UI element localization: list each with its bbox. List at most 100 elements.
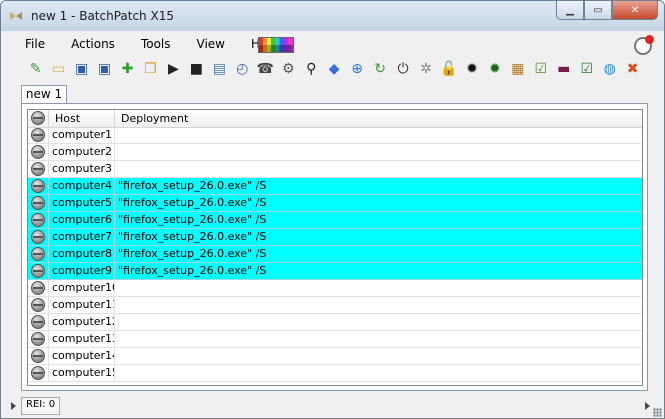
table-row[interactable]: computer11 bbox=[28, 297, 642, 314]
deployment-cell[interactable] bbox=[115, 314, 642, 331]
deployment-cell[interactable]: "firefox_setup_26.0.exe" /S bbox=[115, 263, 642, 280]
table-row[interactable]: computer15 bbox=[28, 365, 642, 382]
table-row[interactable]: computer14 bbox=[28, 348, 642, 365]
header-host[interactable]: Host bbox=[49, 110, 115, 127]
deployment-cell[interactable] bbox=[115, 144, 642, 161]
row-status-cell[interactable] bbox=[28, 178, 49, 195]
close-button[interactable]: ✕ bbox=[612, 1, 658, 20]
toolbar-button-add-hosts[interactable]: ✚ bbox=[119, 60, 136, 78]
table-row[interactable]: computer5 "firefox_setup_26.0.exe" /S bbox=[28, 195, 642, 212]
toolbar-button-open-folder[interactable]: ▭ bbox=[50, 60, 67, 78]
row-status-cell[interactable] bbox=[28, 212, 49, 229]
menu-view[interactable]: View bbox=[181, 37, 235, 51]
table-row[interactable]: computer3 bbox=[28, 161, 642, 178]
deployment-cell[interactable]: "firefox_setup_26.0.exe" /S bbox=[115, 178, 642, 195]
host-cell[interactable]: computer13 bbox=[49, 331, 115, 348]
resize-grip[interactable] bbox=[653, 408, 662, 417]
title-bar[interactable]: new 1 - BatchPatch X15 ▁ ▭ ✕ bbox=[1, 1, 664, 31]
scheduler-clock-icon[interactable] bbox=[634, 35, 654, 55]
deployment-cell[interactable]: "firefox_setup_26.0.exe" /S bbox=[115, 195, 642, 212]
toolbar-button-location-pin[interactable]: ⚲ bbox=[303, 60, 320, 78]
row-status-cell[interactable] bbox=[28, 246, 49, 263]
toolbar-button-copy[interactable]: ❐ bbox=[142, 60, 159, 78]
deployment-cell[interactable] bbox=[115, 331, 642, 348]
deployment-cell[interactable] bbox=[115, 280, 642, 297]
deployment-cell[interactable]: "firefox_setup_26.0.exe" /S bbox=[115, 229, 642, 246]
toolbar-button-unlock[interactable]: 🔓 bbox=[440, 60, 457, 78]
toolbar-button-save-all[interactable]: ▣ bbox=[96, 60, 113, 78]
row-status-cell[interactable] bbox=[28, 263, 49, 280]
toolbar-button-schedule[interactable]: ◴ bbox=[234, 60, 251, 78]
host-cell[interactable]: computer2 bbox=[49, 144, 115, 161]
deployment-cell[interactable] bbox=[115, 348, 642, 365]
table-row[interactable]: computer8 "firefox_setup_26.0.exe" /S bbox=[28, 246, 642, 263]
table-row[interactable]: computer1 bbox=[28, 127, 642, 144]
row-status-cell[interactable] bbox=[28, 365, 49, 382]
minimize-button[interactable]: ▁ bbox=[556, 1, 584, 20]
table-row[interactable]: computer6 "firefox_setup_26.0.exe" /S bbox=[28, 212, 642, 229]
host-cell[interactable]: computer10 bbox=[49, 280, 115, 297]
toolbar-button-globe[interactable]: ◍ bbox=[601, 60, 618, 78]
host-cell[interactable]: computer4 bbox=[49, 178, 115, 195]
tab-new-1[interactable]: new 1 bbox=[21, 85, 67, 105]
toolbar-button-checklist[interactable]: ☑ bbox=[532, 60, 549, 78]
deployment-cell[interactable] bbox=[115, 297, 642, 314]
toolbar-button-wheel-green[interactable]: ✹ bbox=[486, 60, 503, 78]
table-row[interactable]: computer4 "firefox_setup_26.0.exe" /S bbox=[28, 178, 642, 195]
toolbar-button-new[interactable]: ✎ bbox=[27, 60, 44, 78]
host-cell[interactable]: computer12 bbox=[49, 314, 115, 331]
host-cell[interactable]: computer6 bbox=[49, 212, 115, 229]
menu-file[interactable]: File bbox=[8, 37, 55, 51]
deployment-cell[interactable] bbox=[115, 161, 642, 178]
deployment-cell[interactable]: "firefox_setup_26.0.exe" /S bbox=[115, 246, 642, 263]
toolbar-button-stop[interactable]: ■ bbox=[188, 60, 205, 78]
header-status[interactable] bbox=[28, 110, 49, 127]
row-status-cell[interactable] bbox=[28, 161, 49, 178]
table-row[interactable]: computer2 bbox=[28, 144, 642, 161]
toolbar-button-refresh[interactable]: ↻ bbox=[371, 60, 388, 78]
row-status-cell[interactable] bbox=[28, 144, 49, 161]
toolbar-button-magnifier[interactable]: ⊕ bbox=[348, 60, 365, 78]
row-status-cell[interactable] bbox=[28, 297, 49, 314]
scroll-right-icon[interactable] bbox=[645, 402, 650, 410]
header-deployment[interactable]: Deployment bbox=[115, 110, 642, 127]
host-cell[interactable]: computer14 bbox=[49, 348, 115, 365]
toolbar-button-services-gear[interactable]: ✲ bbox=[417, 60, 434, 78]
toolbar-button-wheel-black[interactable]: ✹ bbox=[463, 60, 480, 78]
toolbar-button-deploy[interactable]: ▤ bbox=[211, 60, 228, 78]
deployment-cell[interactable]: "firefox_setup_26.0.exe" /S bbox=[115, 212, 642, 229]
host-cell[interactable]: computer3 bbox=[49, 161, 115, 178]
host-cell[interactable]: computer7 bbox=[49, 229, 115, 246]
host-cell[interactable]: computer8 bbox=[49, 246, 115, 263]
table-row[interactable]: computer7 "firefox_setup_26.0.exe" /S bbox=[28, 229, 642, 246]
row-status-cell[interactable] bbox=[28, 280, 49, 297]
color-palette-icon[interactable] bbox=[258, 37, 294, 53]
toolbar-button-power[interactable]: ⏻ bbox=[394, 60, 411, 78]
toolbar-button-play[interactable]: ▶ bbox=[165, 60, 182, 78]
toolbar-button-delete-x[interactable]: ✖ bbox=[624, 60, 641, 78]
host-cell[interactable]: computer5 bbox=[49, 195, 115, 212]
maximize-button[interactable]: ▭ bbox=[584, 1, 612, 20]
scroll-left-icon[interactable] bbox=[11, 402, 16, 410]
menu-tools[interactable]: Tools bbox=[125, 37, 181, 51]
row-status-cell[interactable] bbox=[28, 195, 49, 212]
table-row[interactable]: computer12 bbox=[28, 314, 642, 331]
row-status-cell[interactable] bbox=[28, 331, 49, 348]
host-cell[interactable]: computer15 bbox=[49, 365, 115, 382]
host-cell[interactable]: computer11 bbox=[49, 297, 115, 314]
toolbar-button-package[interactable]: ▦ bbox=[509, 60, 526, 78]
deployment-cell[interactable] bbox=[115, 365, 642, 382]
toolbar-button-remote-agent[interactable]: ☎ bbox=[257, 60, 274, 78]
table-row[interactable]: computer13 bbox=[28, 331, 642, 348]
table-row[interactable]: computer9 "firefox_setup_26.0.exe" /S bbox=[28, 263, 642, 280]
row-status-cell[interactable] bbox=[28, 229, 49, 246]
menu-actions[interactable]: Actions bbox=[55, 37, 125, 51]
row-status-cell[interactable] bbox=[28, 127, 49, 144]
row-status-cell[interactable] bbox=[28, 314, 49, 331]
row-status-cell[interactable] bbox=[28, 348, 49, 365]
toolbar-button-task-check[interactable]: ☑ bbox=[578, 60, 595, 78]
host-cell[interactable]: computer9 bbox=[49, 263, 115, 280]
toolbar-button-report[interactable]: ⚙ bbox=[280, 60, 297, 78]
table-row[interactable]: computer10 bbox=[28, 280, 642, 297]
toolbar-button-terminal[interactable]: ▬ bbox=[555, 60, 572, 78]
